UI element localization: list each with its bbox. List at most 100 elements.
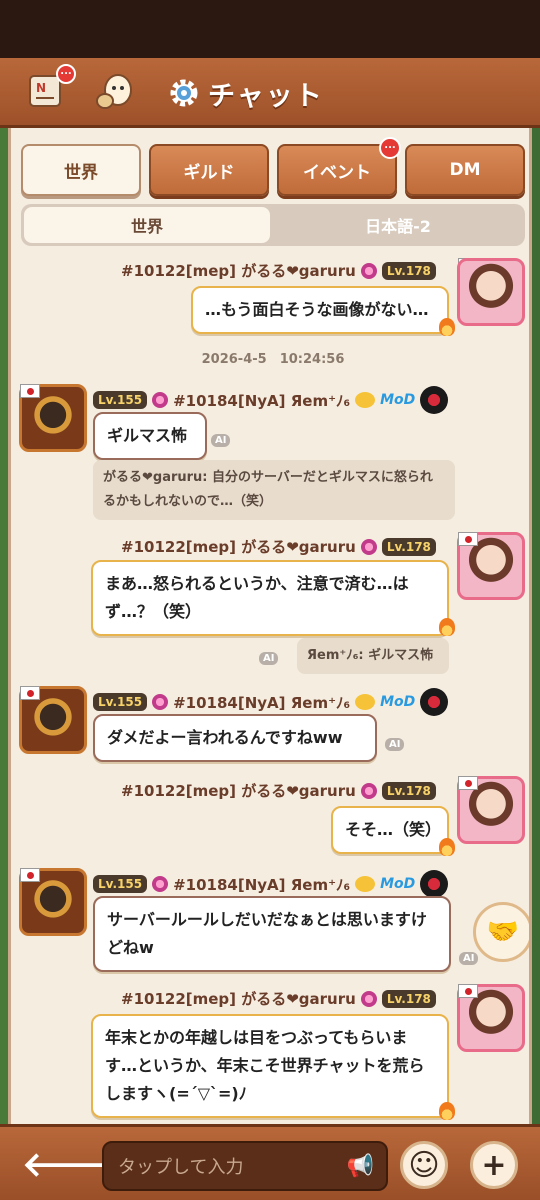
quoted-text: Яem⁺ﾉ₆: ギルマス怖 [307, 648, 434, 663]
mod-badge: MoD [380, 876, 416, 892]
japan-flag-icon [458, 984, 478, 998]
tab-label: イベント [303, 162, 371, 183]
language-subtabs: 世界 日本語-2 [21, 204, 525, 246]
chat-input[interactable]: タップして入力 📢 [102, 1141, 388, 1191]
guild-emblem-icon [420, 688, 449, 716]
sender-name: #10122[mep] がるる❤garuru [121, 990, 356, 1008]
emoji-button[interactable]: ☺ [400, 1141, 448, 1189]
status-bar [0, 0, 540, 58]
sender-name: #10122[mep] がるる❤garuru [121, 782, 356, 800]
channel-tabs: 世界 ギルド イベント... DM [21, 137, 525, 196]
tab-event-badge: ... [379, 137, 401, 159]
sender-line: #10122[mep] がるる❤garuru Lv.178 [121, 780, 436, 801]
gem-icon [152, 392, 169, 408]
japan-flag-icon [458, 776, 478, 790]
plus-button[interactable]: + [470, 1141, 518, 1189]
guild-emblem-icon [420, 870, 449, 898]
sender-line: #10122[mep] がるる❤garuru Lv.178 [121, 988, 436, 1009]
subtab-label: 世界 [130, 217, 163, 236]
gem-icon [360, 262, 377, 279]
japan-flag-icon [20, 686, 40, 700]
title-text: チャット [208, 80, 324, 112]
sender-line: Lv.155 #10184[NyA] Яem⁺ﾉ₆ MoD [93, 386, 449, 414]
message-bubble[interactable]: ダメだよー言われるんですねww [93, 714, 377, 762]
tab-label: ギルド [183, 162, 235, 183]
bottom-bar: 🡐 タップして入力 📢 ☺ + [0, 1124, 540, 1200]
fire-icon [439, 318, 455, 336]
level-badge: Lv.178 [381, 989, 436, 1008]
message-text: ダメだよー言われるんですねww [107, 728, 343, 747]
tab-world[interactable]: 世界 [21, 144, 141, 196]
sender-line: #10122[mep] がるる❤garuru Lv.178 [121, 260, 436, 281]
crown-icon [355, 392, 376, 408]
chat-messages[interactable]: #10122[mep] がるる❤garuru Lv.178 …もう面白そうな画像… [11, 256, 529, 1124]
sender-line: Lv.155 #10184[NyA] Яem⁺ﾉ₆ MoD [93, 688, 449, 716]
fire-icon [439, 838, 455, 856]
tab-label: DM [449, 160, 481, 180]
gem-icon [360, 782, 377, 799]
subtab-world[interactable]: 世界 [24, 207, 270, 243]
sender-line: Lv.155 #10184[NyA] Яem⁺ﾉ₆ MoD [93, 870, 449, 898]
ai-translate-tag[interactable]: AI [259, 652, 279, 665]
timestamp: 2026-4-5 10:24:56 [201, 352, 345, 367]
megaphone-icon[interactable]: 📢 [347, 1154, 374, 1179]
fire-icon [439, 1102, 455, 1120]
friend-icon[interactable] [92, 68, 138, 114]
back-arrow-icon[interactable]: 🡐 [22, 1145, 113, 1185]
ai-translate-tag[interactable]: AI [385, 738, 405, 751]
ai-translate-tag[interactable]: AI [211, 434, 231, 447]
sender-name: #10184[NyA] Яem⁺ﾉ₆ [173, 391, 351, 410]
message-text: 年末とかの年越しは目をつぶってもらいます…というか、年末こそ世界チャットを荒らし… [105, 1028, 425, 1103]
message-text: まあ…怒られるというか、注意で済む…はず…？（笑） [105, 574, 409, 621]
chat-panel: 世界 ギルド イベント... DM 世界 日本語-2 #10122[mep] が… [8, 128, 532, 1124]
handshake-button[interactable]: 🤝 [473, 902, 529, 962]
japan-flag-icon [20, 384, 40, 398]
subtab-japanese-2[interactable]: 日本語-2 [273, 207, 523, 243]
smiley-icon: ☺ [408, 1147, 440, 1183]
message-bubble[interactable]: …もう面白そうな画像がない… [191, 286, 449, 334]
sender-name: #10122[mep] がるる❤garuru [121, 538, 356, 556]
message-bubble[interactable]: まあ…怒られるというか、注意で済む…はず…？（笑） [91, 560, 449, 636]
guild-emblem-icon [420, 386, 449, 414]
crown-icon [355, 694, 376, 710]
notice-board-icon[interactable]: N ... [24, 64, 76, 114]
message-text: サーバールールしだいだなぁとは思いますけどねw [107, 910, 427, 957]
svg-text:N: N [36, 81, 46, 95]
gear-icon[interactable] [168, 77, 200, 109]
chat-input-placeholder: タップして入力 [118, 1157, 244, 1178]
message-text: …もう面白そうな画像がない… [205, 300, 429, 319]
sender-line: #10122[mep] がるる❤garuru Lv.178 [121, 536, 436, 557]
message-bubble[interactable]: サーバールールしだいだなぁとは思いますけどねw [93, 896, 451, 972]
subtab-label: 日本語-2 [365, 217, 431, 236]
gem-icon [360, 538, 377, 555]
tab-dm[interactable]: DM [405, 144, 525, 196]
level-badge: Lv.178 [381, 781, 436, 800]
level-badge: Lv.155 [93, 875, 148, 893]
level-badge: Lv.178 [381, 537, 436, 556]
message-bubble[interactable]: ギルマス怖 [93, 412, 207, 460]
avatar[interactable] [457, 258, 525, 326]
sender-name: #10122[mep] がるる❤garuru [121, 262, 356, 280]
gem-icon [152, 694, 169, 710]
level-badge: Lv.155 [93, 693, 148, 711]
plus-icon: + [481, 1147, 507, 1183]
level-badge: Lv.178 [381, 261, 436, 280]
quoted-text: がるる❤garuru: 自分のサーバーだとギルマスに怒られるかもしれないので…（… [103, 470, 433, 509]
tab-label: 世界 [64, 162, 98, 183]
ai-translate-tag[interactable]: AI [459, 952, 479, 965]
message-bubble[interactable]: 年末とかの年越しは目をつぶってもらいます…というか、年末こそ世界チャットを荒らし… [91, 1014, 449, 1118]
notice-badge: ... [56, 64, 76, 84]
mod-badge: MoD [380, 392, 416, 408]
header: N ... チャット [0, 58, 540, 128]
quoted-reply[interactable]: がるる❤garuru: 自分のサーバーだとギルマスに怒られるかもしれないので…（… [93, 460, 455, 520]
gem-icon [152, 876, 169, 892]
japan-flag-icon [458, 532, 478, 546]
mod-badge: MoD [380, 694, 416, 710]
japan-flag-icon [20, 868, 40, 882]
message-text: ギルマス怖 [107, 426, 188, 445]
tab-event[interactable]: イベント... [277, 137, 401, 196]
quoted-reply[interactable]: Яem⁺ﾉ₆: ギルマス怖 [297, 638, 449, 674]
tab-guild[interactable]: ギルド [149, 144, 269, 196]
message-bubble[interactable]: そそ…（笑） [331, 806, 449, 854]
fire-icon [439, 618, 455, 636]
